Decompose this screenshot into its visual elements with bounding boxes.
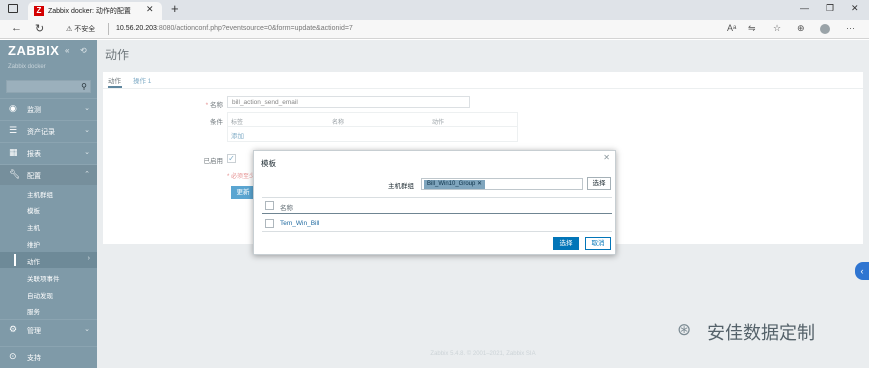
- divider: [108, 23, 109, 35]
- submenu-event-correlation[interactable]: 关联项事件: [0, 269, 97, 285]
- submenu-label: 模板: [27, 208, 40, 215]
- divider: [262, 197, 612, 198]
- server-name: Zabbix docker: [8, 64, 46, 70]
- column-header-name: 名称: [280, 205, 293, 212]
- dialog-title: 模板: [261, 159, 276, 168]
- zabbix-logo[interactable]: ZABBIX: [8, 43, 59, 58]
- submenu-services[interactable]: 服务: [0, 302, 97, 318]
- menu-label: 配置: [27, 173, 41, 180]
- menu-label: 支持: [27, 355, 41, 362]
- host-group-field[interactable]: Bill_Win10_Group ✕: [421, 178, 583, 190]
- select-all-checkbox[interactable]: [265, 201, 274, 210]
- translate-icon[interactable]: ⇋: [748, 23, 756, 34]
- submenu-discovery[interactable]: 自动发现: [0, 286, 97, 302]
- window-close-icon[interactable]: ✕: [851, 3, 859, 14]
- url-field[interactable]: 10.56.20.203:8080/actionconf.php?eventso…: [116, 25, 353, 32]
- menu-label: 监测: [27, 107, 41, 114]
- security-warning-text: 不安全: [74, 26, 96, 33]
- submenu-host-groups[interactable]: 主机群组: [0, 185, 97, 201]
- tab-title: Zabbix docker: 动作的配置: [48, 8, 131, 15]
- submenu-label: 主机群组: [27, 192, 53, 199]
- address-bar: ← ↻ ⚠ 不安全 10.56.20.203:8080/actionconf.p…: [0, 20, 869, 39]
- menu-monitoring[interactable]: ◉ 监测 ⌄: [0, 98, 97, 119]
- list-icon: ☰: [9, 125, 18, 135]
- more-icon[interactable]: ···: [846, 23, 855, 33]
- menu-label: 资产记录: [27, 129, 55, 136]
- watermark-text: 安佳数据定制: [707, 323, 815, 344]
- chevron-right-icon: ›: [87, 255, 90, 262]
- zabbix-favicon-icon: Z: [34, 6, 44, 16]
- menu-configuration[interactable]: 🔧︎ 配置 ⌃: [0, 164, 97, 185]
- browser-tab-bar: Z Zabbix docker: 动作的配置 ✕ + — ❐ ✕: [0, 0, 869, 20]
- wrench-icon: 🔧︎: [9, 169, 21, 179]
- sidebar: ZABBIX « ⟲ Zabbix docker ⚲ ◉ 监测 ⌄ ☰ 资产记录…: [0, 40, 97, 368]
- search-icon[interactable]: ⚲: [81, 82, 87, 91]
- menu-label: 报表: [27, 151, 41, 158]
- active-indicator: [14, 254, 16, 266]
- browser-tab[interactable]: Z Zabbix docker: 动作的配置 ✕: [28, 2, 162, 20]
- close-icon[interactable]: ✕: [603, 153, 610, 162]
- favorites-icon[interactable]: ☆: [773, 23, 781, 34]
- tab-actions-icon[interactable]: [8, 4, 18, 13]
- chip-remove-icon[interactable]: ✕: [477, 181, 482, 187]
- support-icon: ⊙: [9, 351, 17, 361]
- url-path: :8080/actionconf.php?eventsource=0&form=…: [156, 25, 353, 32]
- chevron-down-icon: ⌄: [84, 326, 90, 333]
- kiosk-mode-icon[interactable]: ⟲: [80, 46, 87, 55]
- chart-icon: ▦: [9, 147, 18, 157]
- url-host: 10.56.20.203: [116, 25, 157, 32]
- submenu-label: 关联项事件: [27, 276, 60, 283]
- host-group-select-button[interactable]: 选择: [587, 177, 611, 190]
- chevron-down-icon: ⌄: [84, 149, 90, 156]
- submenu-templates[interactable]: 模板: [0, 201, 97, 217]
- tab-close-icon[interactable]: ✕: [146, 4, 154, 15]
- restore-icon[interactable]: ❐: [826, 3, 834, 14]
- submenu-label: 服务: [27, 309, 40, 316]
- confirm-select-button[interactable]: 选择: [553, 237, 579, 250]
- divider: [262, 231, 612, 232]
- side-panel-toggle-icon[interactable]: ‹: [855, 262, 869, 280]
- menu-support[interactable]: ⊙ 支持: [0, 346, 97, 367]
- chevron-up-icon: ⌃: [84, 171, 90, 178]
- chevron-down-icon: ⌄: [84, 127, 90, 134]
- refresh-icon[interactable]: ↻: [35, 22, 44, 35]
- menu-administration[interactable]: ⚙ 管理 ⌄: [0, 319, 97, 340]
- chevron-down-icon: ⌄: [84, 105, 90, 112]
- collections-icon[interactable]: ⊕: [797, 23, 805, 34]
- submenu-label: 动作: [27, 259, 40, 266]
- search-input[interactable]: ⚲: [6, 80, 91, 93]
- minimize-icon[interactable]: —: [800, 3, 809, 13]
- row-checkbox[interactable]: [265, 219, 274, 228]
- submenu-label: 主机: [27, 225, 40, 232]
- host-group-chip: Bill_Win10_Group ✕: [424, 180, 486, 189]
- host-group-label: 主机群组: [388, 183, 414, 190]
- submenu-label: 维护: [27, 242, 40, 249]
- submenu-label: 自动发现: [27, 293, 53, 300]
- template-select-dialog: 模板 ✕ 主机群组 Bill_Win10_Group ✕ 选择 名称 Tem_W…: [253, 150, 616, 255]
- new-tab-icon[interactable]: +: [171, 1, 179, 16]
- chip-label: Bill_Win10_Group: [427, 181, 476, 187]
- eye-icon: ◉: [9, 103, 17, 113]
- submenu-hosts[interactable]: 主机: [0, 218, 97, 234]
- gear-icon: ⚙: [9, 324, 18, 334]
- read-aloud-icon[interactable]: Aᵃ: [727, 23, 736, 33]
- header-underline: [262, 213, 612, 214]
- submenu-maintenance[interactable]: 维护: [0, 235, 97, 251]
- wechat-icon: ⊛: [677, 320, 692, 339]
- collapse-sidebar-icon[interactable]: «: [65, 46, 69, 55]
- cancel-button[interactable]: 取消: [585, 237, 611, 250]
- menu-reports[interactable]: ▦ 报表 ⌄: [0, 142, 97, 163]
- menu-label: 管理: [27, 328, 41, 335]
- menu-inventory[interactable]: ☰ 资产记录 ⌄: [0, 120, 97, 141]
- profile-icon[interactable]: [820, 24, 830, 34]
- template-link[interactable]: Tem_Win_Bill: [280, 220, 319, 227]
- watermark: ⊛ 安佳数据定制: [677, 318, 853, 344]
- submenu-actions[interactable]: 动作 ›: [0, 252, 97, 268]
- back-icon[interactable]: ←: [11, 22, 22, 34]
- security-warning[interactable]: ⚠ 不安全: [66, 24, 95, 34]
